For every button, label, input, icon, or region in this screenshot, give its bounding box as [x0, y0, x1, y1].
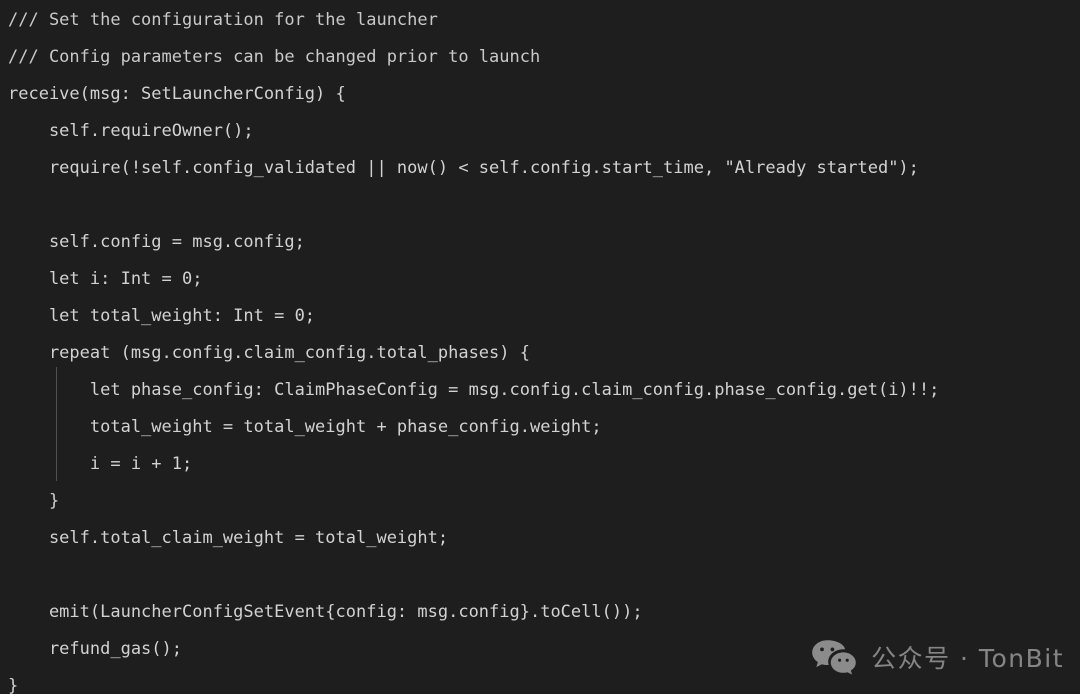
- code-line[interactable]: require(!self.config_validated || now() …: [0, 150, 1080, 187]
- code-line[interactable]: [0, 557, 1080, 594]
- code-line[interactable]: }: [0, 483, 1080, 520]
- code-line[interactable]: receive(msg: SetLauncherConfig) {: [0, 76, 1080, 113]
- code-line[interactable]: self.requireOwner();: [0, 113, 1080, 150]
- code-line[interactable]: repeat (msg.config.claim_config.total_ph…: [0, 335, 1080, 372]
- code-line-list[interactable]: /// Set the configuration for the launch…: [0, 0, 1080, 694]
- code-line[interactable]: emit(LauncherConfigSetEvent{config: msg.…: [0, 594, 1080, 631]
- indent-guide-line: [56, 367, 57, 481]
- code-line[interactable]: /// Set the configuration for the launch…: [0, 2, 1080, 39]
- code-line[interactable]: let total_weight: Int = 0;: [0, 298, 1080, 335]
- code-line[interactable]: let i: Int = 0;: [0, 261, 1080, 298]
- code-line[interactable]: refund_gas();: [0, 631, 1080, 668]
- code-editor-surface: /// Set the configuration for the launch…: [0, 0, 1080, 694]
- code-line[interactable]: total_weight = total_weight + phase_conf…: [0, 409, 1080, 446]
- code-line[interactable]: self.config = msg.config;: [0, 224, 1080, 261]
- code-line[interactable]: }: [0, 668, 1080, 694]
- code-line[interactable]: i = i + 1;: [0, 446, 1080, 483]
- code-line[interactable]: self.total_claim_weight = total_weight;: [0, 520, 1080, 557]
- code-line[interactable]: let phase_config: ClaimPhaseConfig = msg…: [0, 372, 1080, 409]
- code-line[interactable]: /// Config parameters can be changed pri…: [0, 39, 1080, 76]
- code-line[interactable]: [0, 187, 1080, 224]
